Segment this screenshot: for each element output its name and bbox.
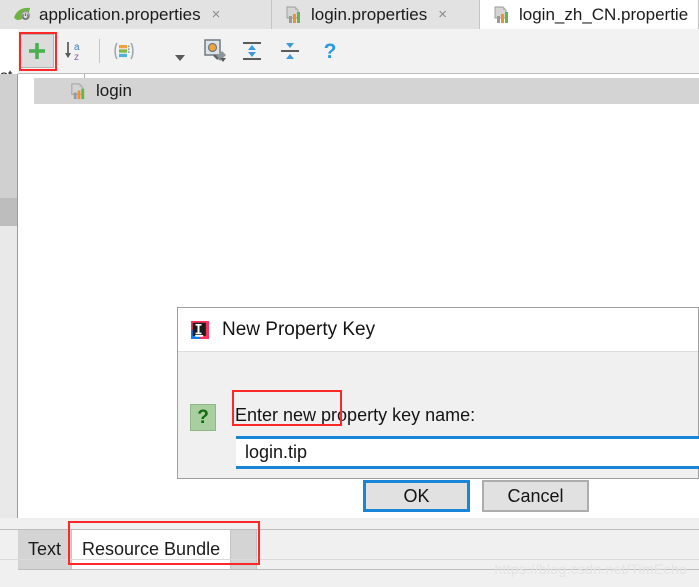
spring-leaf-icon bbox=[12, 5, 32, 25]
left-panel-lower bbox=[0, 226, 17, 518]
bottom-tab-text[interactable]: Text bbox=[18, 530, 73, 569]
watermark-text: https://blog.csdn.net/TimEcho bbox=[494, 561, 687, 577]
resource-bundle-icon bbox=[492, 5, 512, 25]
settings-wrench-icon bbox=[204, 39, 226, 62]
add-property-button[interactable] bbox=[20, 34, 54, 68]
group-by-button[interactable] bbox=[107, 34, 141, 68]
tree-row-label: login bbox=[96, 81, 132, 100]
close-icon[interactable]: × bbox=[212, 7, 221, 22]
bottom-tab-label: Resource Bundle bbox=[82, 539, 221, 559]
dialog-title: New Property Key bbox=[222, 319, 376, 340]
editor-tab-login-zh-cn-properties[interactable]: login_zh_CN.propertie bbox=[480, 0, 699, 29]
plus-icon bbox=[29, 43, 45, 59]
settings-button[interactable] bbox=[199, 34, 233, 68]
editor-tab-application-properties[interactable]: application.properties × bbox=[0, 0, 272, 29]
vertical-scrollbar-thumb[interactable] bbox=[0, 198, 17, 226]
sort-alphabetical-icon: a z bbox=[65, 42, 80, 63]
dialog-body: ? Enter new property key name: OK Cancel bbox=[178, 352, 699, 512]
editor-tab-label: application.properties bbox=[39, 5, 201, 24]
question-mark-glyph: ? bbox=[197, 407, 209, 428]
chevron-down-icon bbox=[175, 55, 185, 61]
svg-text:z: z bbox=[74, 52, 79, 63]
prompt-label: Enter new property key name: bbox=[235, 405, 476, 425]
dialog-titlebar: New Property Key bbox=[178, 308, 698, 352]
group-list-icon bbox=[114, 42, 134, 60]
new-property-key-dialog: New Property Key ? Enter new property ke… bbox=[177, 307, 699, 512]
editor-tab-login-properties[interactable]: login.properties × bbox=[272, 0, 480, 29]
bottom-tab-label: Text bbox=[28, 539, 62, 559]
resource-bundle-icon bbox=[284, 5, 304, 25]
cancel-button[interactable]: Cancel bbox=[482, 480, 589, 512]
collapse-all-button[interactable] bbox=[273, 34, 307, 68]
tree-row-login[interactable]: login bbox=[34, 78, 699, 104]
property-key-input[interactable] bbox=[236, 436, 699, 469]
bottom-tab-resource-bundle[interactable]: Resource Bundle bbox=[72, 530, 232, 569]
editor-tab-strip: application.properties × login.propertie… bbox=[0, 0, 699, 29]
resource-bundle-icon bbox=[69, 82, 88, 101]
question-mark-icon: ? bbox=[324, 40, 337, 63]
dialog-button-row: OK Cancel bbox=[178, 480, 699, 512]
bottom-strip-left-pad bbox=[0, 529, 18, 569]
sort-az-button[interactable]: a z bbox=[58, 34, 92, 68]
question-mark-icon: ? bbox=[190, 404, 216, 431]
collapse-all-icon bbox=[281, 43, 299, 59]
intellij-idea-logo-icon bbox=[189, 319, 211, 341]
ok-button[interactable]: OK bbox=[363, 480, 470, 512]
editor-tab-label: login.properties bbox=[311, 5, 428, 24]
expand-all-icon bbox=[243, 42, 261, 60]
toolbar-separator bbox=[99, 39, 100, 63]
dropdown-button[interactable] bbox=[171, 34, 189, 68]
watermark-rule bbox=[0, 559, 699, 560]
expand-all-button[interactable] bbox=[235, 34, 269, 68]
vertical-scrollbar-track[interactable] bbox=[0, 74, 17, 198]
svg-text:?: ? bbox=[324, 40, 337, 63]
bottom-tab-filler bbox=[231, 530, 258, 569]
help-button[interactable]: ? bbox=[313, 34, 347, 68]
editor-tab-label: login_zh_CN.propertie bbox=[519, 5, 689, 24]
resource-bundle-toolbar: a z ? bbox=[18, 29, 699, 74]
close-icon[interactable]: × bbox=[438, 7, 447, 22]
